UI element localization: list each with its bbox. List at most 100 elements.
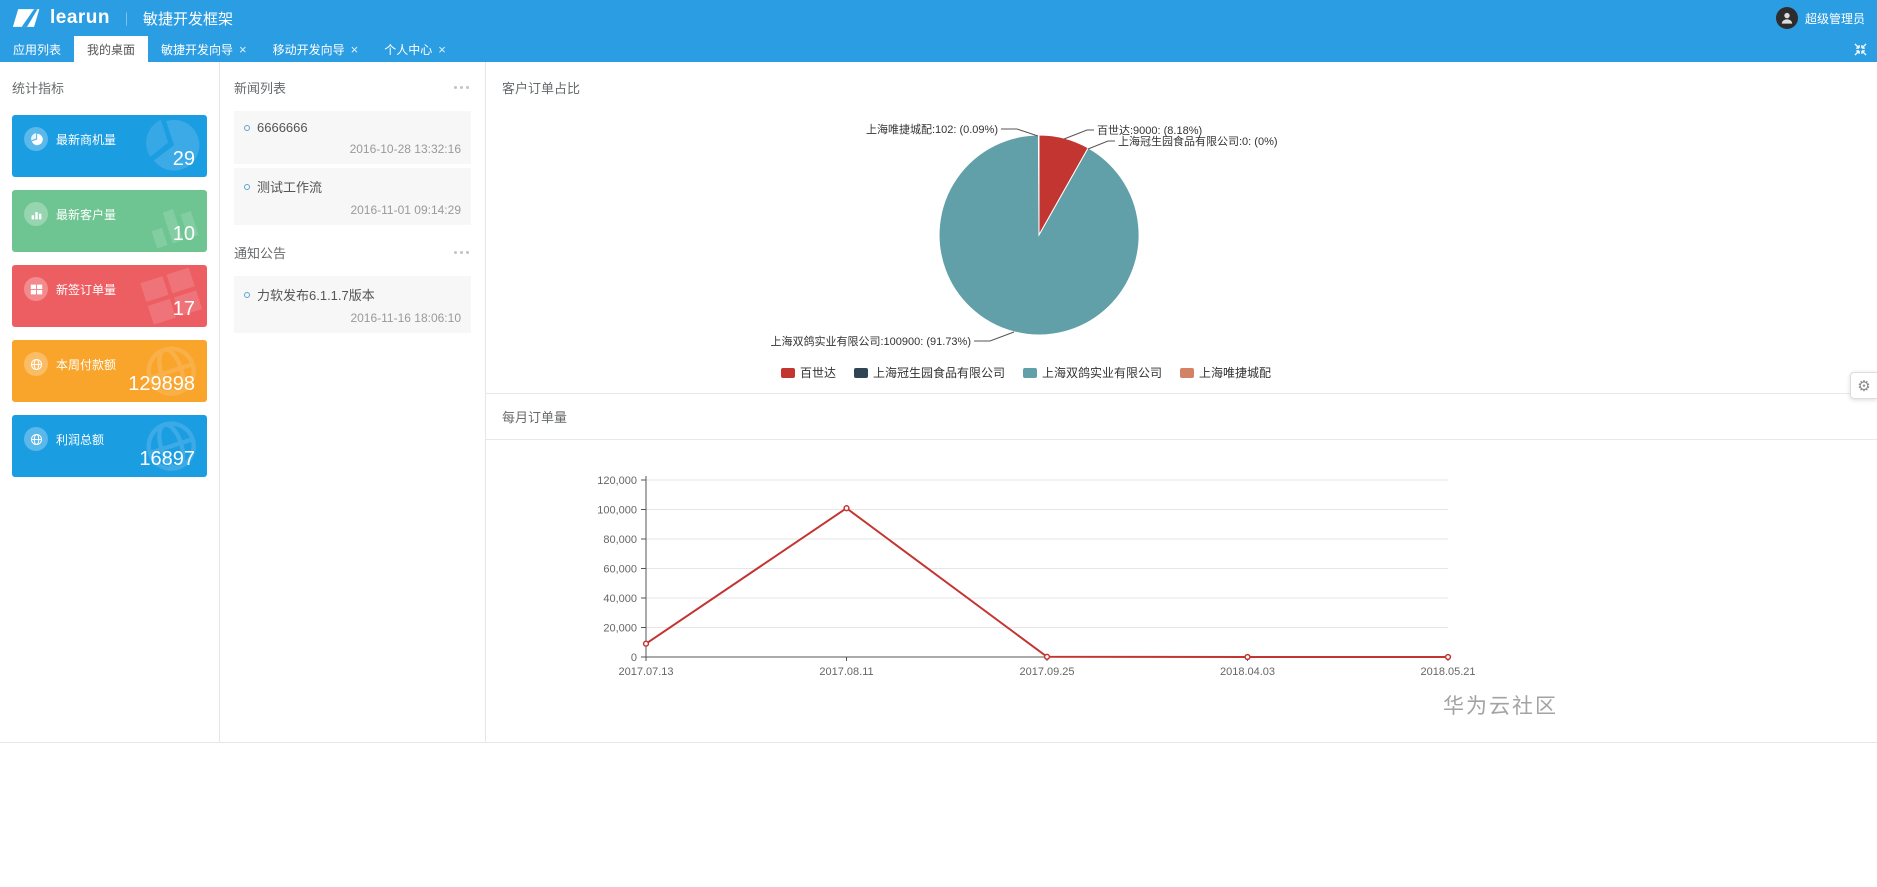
stat-card[interactable]: 本周付款额 129898: [12, 340, 207, 402]
data-point[interactable]: [642, 640, 650, 647]
legend-item[interactable]: 上海冠生园食品有限公司: [853, 364, 1005, 381]
tab-item[interactable]: 个人中心 ×: [371, 36, 459, 62]
news-list-item[interactable]: 测试工作流 2016-11-01 09:14:29: [234, 168, 471, 225]
pie-chart-svg[interactable]: 百世达:9000: (8.18%)上海冠生园食品有限公司:0: (0%)上海双鸽…: [502, 109, 1582, 355]
title-divider: ｜: [120, 11, 134, 27]
logo-icon: [12, 7, 42, 29]
tab-close-icon[interactable]: ×: [239, 43, 247, 56]
y-tick-label: 40,000: [603, 593, 637, 605]
globe-icon: [24, 352, 48, 376]
stat-card-value: 29: [172, 148, 195, 170]
series-line[interactable]: [645, 506, 1448, 658]
stat-card[interactable]: 最新客户量 10: [12, 190, 207, 252]
list-item-title: 力软发布6.1.1.7版本: [257, 288, 375, 303]
windows-icon: [24, 277, 48, 301]
main-content: 统计指标 最新商机量 29 最新客户量 10 新签订单量 17 本周付款额 129898 利润总…: [0, 62, 1877, 743]
legend-label: 百世达: [799, 366, 836, 380]
pie-legend: 百世达 上海冠生园食品有限公司 上海双鸽实业有限公司 上海唯捷城配: [486, 364, 1566, 381]
news-list-item[interactable]: 6666666 2016-10-28 13:32:16: [234, 111, 471, 164]
pie-slice[interactable]: [938, 134, 1140, 336]
stat-card-value: 129898: [128, 373, 195, 395]
avatar: [1775, 7, 1798, 29]
tab-item[interactable]: 移动开发向导 ×: [260, 36, 372, 62]
list-item-title: 6666666: [257, 120, 308, 135]
tab-label: 应用列表: [13, 42, 62, 57]
tab-label: 我的桌面: [87, 42, 136, 57]
stat-card-value: 10: [172, 223, 195, 245]
stat-card-label: 最新商机量: [56, 132, 117, 147]
legend-color-chip: [1023, 367, 1037, 378]
tab-bar: 应用列表 我的桌面 敏捷开发向导 × 移动开发向导 × 个人中心 ×: [0, 36, 1877, 62]
user-menu[interactable]: 超级管理员: [1775, 7, 1865, 29]
stat-card-label: 新签订单量: [56, 282, 117, 297]
list-item-time: 2016-11-16 18:06:10: [350, 311, 461, 325]
pie-label: 上海冠生园食品有限公司:0: (0%): [1118, 134, 1278, 148]
pie-label: 上海双鸽实业有限公司:100900: (91.73%): [770, 334, 971, 348]
tab-item[interactable]: 我的桌面: [74, 36, 149, 62]
pie-label: 上海唯捷城配:102: (0.09%): [866, 122, 998, 136]
y-tick-label: 100,000: [597, 505, 637, 517]
legend-item[interactable]: 上海双鸽实业有限公司: [1023, 364, 1162, 381]
stat-card[interactable]: 利润总额 16897: [12, 415, 207, 477]
y-tick-label: 0: [631, 652, 637, 664]
y-tick-label: 120,000: [597, 475, 637, 487]
x-tick-label: 2017.09.25: [1019, 666, 1074, 678]
line-panel-title: 每月订单量: [486, 394, 1877, 440]
stat-card-value: 16897: [139, 448, 195, 470]
globe-icon: [24, 427, 48, 451]
pie-chart-panel: 客户订单占比 百世达:9000: (8.18%) 上海冠生园食品有限公司:0: (…: [486, 62, 1877, 381]
settings-gear-button[interactable]: ⚙: [1850, 372, 1877, 399]
stats-section-title: 统计指标: [12, 81, 65, 96]
pie-panel-title: 客户订单占比: [502, 81, 581, 96]
tab-item[interactable]: 敏捷开发向导 ×: [148, 36, 260, 62]
data-point[interactable]: [843, 505, 850, 512]
pie-label-line: [1063, 129, 1094, 140]
legend-color-chip: [780, 367, 795, 378]
data-point[interactable]: [1244, 653, 1251, 661]
legend-item[interactable]: 百世达: [780, 364, 836, 381]
notice-section-title: 通知公告: [234, 246, 287, 261]
logo-text: learun: [50, 7, 111, 28]
bullet-icon: [244, 124, 250, 131]
charts-column: 客户订单占比 百世达:9000: (8.18%) 上海冠生园食品有限公司:0: (…: [486, 62, 1877, 743]
pie-label-line: [974, 331, 1015, 342]
x-tick-label: 2018.04.03: [1220, 666, 1275, 678]
user-name: 超级管理员: [1804, 11, 1865, 26]
stat-card-label: 利润总额: [56, 432, 105, 447]
bullet-icon: [244, 291, 250, 298]
line-chart-panel: 每月订单量 0 20,000 40,000 60,000 80,000 100,000 12…: [486, 393, 1877, 725]
legend-color-chip: [1180, 367, 1195, 378]
data-point[interactable]: [1043, 653, 1051, 660]
y-tick-label: 20,000: [603, 623, 637, 635]
tab-label: 移动开发向导: [272, 42, 345, 57]
pie-chart-icon: [24, 127, 48, 151]
legend-label: 上海冠生园食品有限公司: [872, 366, 1005, 380]
app-logo: learun ｜ 敏捷开发框架: [12, 7, 233, 29]
legend-item[interactable]: 上海唯捷城配: [1180, 364, 1271, 381]
tab-item[interactable]: 应用列表: [0, 36, 74, 62]
legend-color-chip: [853, 367, 868, 378]
stat-card-value: 17: [172, 298, 195, 320]
tab-label: 敏捷开发向导: [161, 42, 234, 57]
y-tick-label: 80,000: [603, 534, 637, 546]
list-item-time: 2016-10-28 13:32:16: [349, 142, 461, 156]
more-menu-icon[interactable]: [452, 247, 471, 258]
news-column: 新闻列表 6666666 2016-10-28 13:32:16 测试工作流 2016…: [220, 62, 486, 743]
stat-card[interactable]: 最新商机量 29: [12, 115, 207, 177]
notice-list-item[interactable]: 力软发布6.1.1.7版本 2016-11-16 18:06:10: [234, 276, 471, 333]
tab-close-icon[interactable]: ×: [351, 43, 359, 56]
watermark-text: 华为云社区: [1443, 695, 1558, 718]
bullet-icon: [244, 183, 250, 190]
list-item-time: 2016-11-01 09:14:29: [350, 203, 461, 217]
x-tick-label: 2018.05.21: [1420, 666, 1475, 678]
stat-card[interactable]: 新签订单量 17: [12, 265, 207, 327]
more-menu-icon[interactable]: [452, 82, 471, 93]
y-tick-label: 60,000: [603, 564, 637, 576]
legend-label: 上海唯捷城配: [1199, 366, 1272, 380]
pie-label-line: [1087, 140, 1115, 150]
data-point[interactable]: [1444, 653, 1452, 661]
tab-close-icon[interactable]: ×: [438, 43, 446, 56]
line-chart-svg[interactable]: 0 20,000 40,000 60,000 80,000 100,000 120,000 2…: [486, 468, 1872, 720]
fullscreen-icon[interactable]: [1854, 36, 1867, 62]
x-tick-label: 2017.07.13: [618, 666, 673, 678]
